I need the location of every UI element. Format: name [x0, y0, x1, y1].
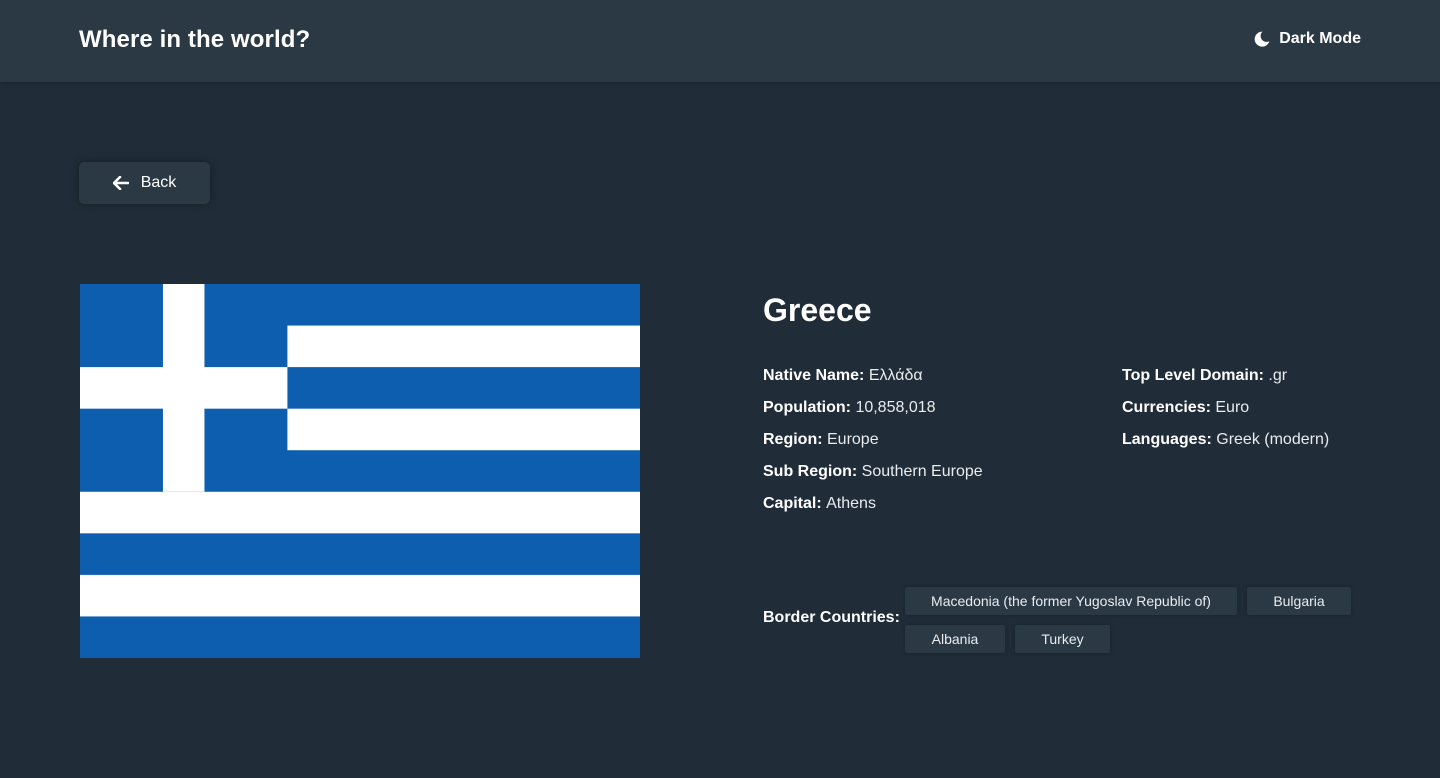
population-row: Population: 10,858,018 — [763, 392, 983, 424]
detail-value: 10,858,018 — [855, 399, 936, 416]
details-primary: Native Name: Ελλάδα Population: 10,858,0… — [763, 360, 983, 520]
dark-mode-label: Dark Mode — [1279, 30, 1361, 47]
border-country-tag[interactable]: Macedonia (the former Yugoslav Republic … — [905, 587, 1237, 615]
detail-label: Currencies: — [1122, 399, 1211, 416]
detail-label: Region: — [763, 431, 823, 448]
border-countries-label: Border Countries: — [763, 609, 900, 626]
detail-value: Greek (modern) — [1216, 431, 1330, 448]
details-secondary: Top Level Domain: .gr Currencies: Euro L… — [1122, 360, 1329, 456]
detail-label: Native Name: — [763, 367, 865, 384]
currencies-row: Currencies: Euro — [1122, 392, 1329, 424]
arrow-left-icon — [112, 176, 129, 190]
border-country-tag[interactable]: Bulgaria — [1247, 587, 1351, 615]
app-header: Where in the world? Dark Mode — [0, 0, 1440, 82]
detail-label: Sub Region: — [763, 463, 858, 480]
native-name-row: Native Name: Ελλάδα — [763, 360, 983, 392]
languages-row: Languages: Greek (modern) — [1122, 424, 1329, 456]
region-row: Region: Europe — [763, 424, 983, 456]
detail-label: Population: — [763, 399, 851, 416]
detail-value: Athens — [826, 495, 876, 512]
back-button-label: Back — [140, 174, 177, 191]
border-country-tag[interactable]: Turkey — [1015, 625, 1110, 653]
moon-icon — [1254, 31, 1270, 47]
border-country-tag[interactable]: Albania — [905, 625, 1005, 653]
country-flag — [80, 284, 640, 658]
top-level-domain-row: Top Level Domain: .gr — [1122, 360, 1329, 392]
detail-label: Capital: — [763, 495, 822, 512]
detail-value: .gr — [1268, 367, 1288, 384]
detail-value: Southern Europe — [861, 463, 983, 480]
back-button[interactable]: Back — [79, 162, 210, 204]
detail-value: Europe — [827, 431, 879, 448]
sub-region-row: Sub Region: Southern Europe — [763, 456, 983, 488]
dark-mode-toggle[interactable]: Dark Mode — [1253, 30, 1361, 48]
detail-label: Languages: — [1122, 431, 1212, 448]
detail-value: Euro — [1215, 399, 1250, 416]
country-name: Greece — [763, 292, 872, 328]
capital-row: Capital: Athens — [763, 488, 983, 520]
app-title: Where in the world? — [79, 26, 311, 53]
detail-label: Top Level Domain: — [1122, 367, 1264, 384]
detail-value: Ελλάδα — [868, 367, 923, 384]
